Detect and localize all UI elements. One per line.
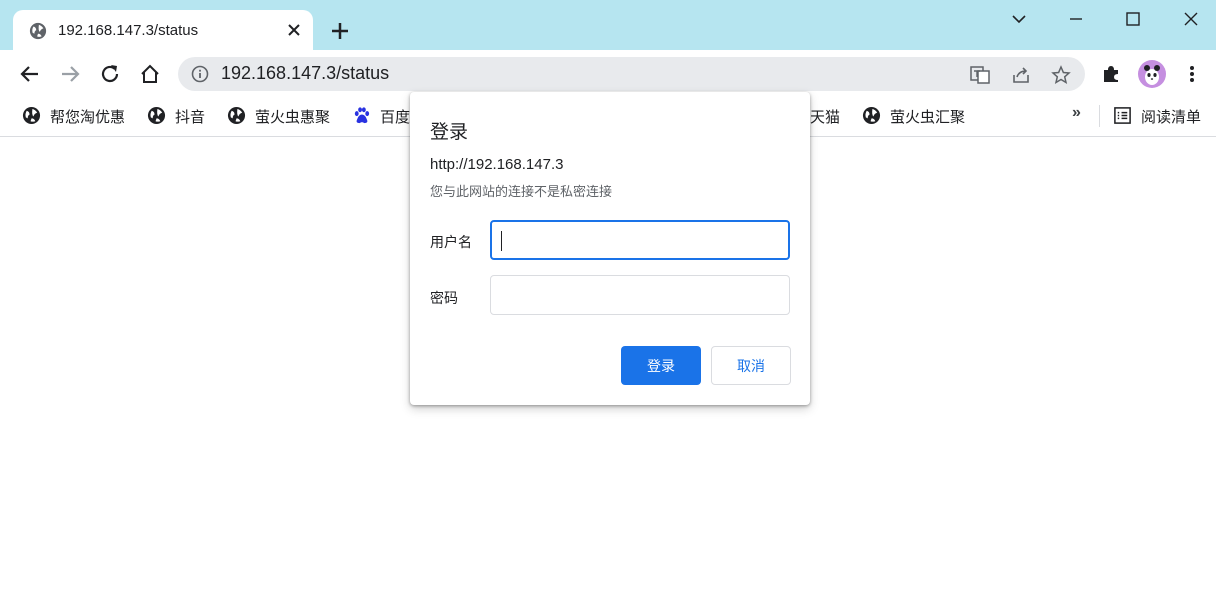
globe-icon <box>147 106 166 125</box>
address-url[interactable]: 192.168.147.3/status <box>221 63 389 84</box>
back-arrow-icon[interactable] <box>17 61 43 87</box>
chevron-down-icon[interactable] <box>1008 8 1030 30</box>
minimize-icon[interactable] <box>1065 8 1087 30</box>
sign-in-dialog: 登录 http://192.168.147.3 您与此网站的连接不是私密连接 用… <box>410 92 810 405</box>
panda-avatar-icon <box>1144 65 1160 85</box>
globe-icon <box>29 22 47 40</box>
reading-list-label: 阅读清单 <box>1141 109 1202 126</box>
tab-active[interactable]: 192.168.147.3/status <box>13 10 313 50</box>
text-caret <box>501 231 502 251</box>
password-input[interactable] <box>490 275 790 315</box>
close-icon[interactable] <box>285 21 303 39</box>
bookmark-label: 萤火虫汇聚 <box>890 109 966 126</box>
forward-arrow-icon[interactable] <box>57 61 83 87</box>
bookmark-label: 萤火虫惠聚 <box>255 109 331 126</box>
extensions-puzzle-icon[interactable] <box>1099 62 1123 86</box>
kebab-menu-icon[interactable] <box>1180 62 1204 86</box>
password-label: 密码 <box>430 290 458 306</box>
translate-icon[interactable] <box>969 64 991 86</box>
bookmark-label: 抖音 <box>175 109 206 126</box>
new-tab-icon[interactable] <box>328 19 352 43</box>
connection-warning: 您与此网站的连接不是私密连接 <box>430 184 613 199</box>
bookmark-label: 帮您淘优惠 <box>50 109 126 126</box>
dialog-origin: http://192.168.147.3 <box>430 156 564 173</box>
browser-toolbar: 192.168.147.3/status <box>0 50 1216 98</box>
maximize-icon[interactable] <box>1122 8 1144 30</box>
star-bookmark-icon[interactable] <box>1050 64 1072 86</box>
bookmark-label: 天猫 <box>810 109 841 126</box>
baidu-paw-icon <box>354 107 370 124</box>
globe-icon <box>22 106 41 125</box>
login-button[interactable]: 登录 <box>621 346 701 385</box>
info-icon[interactable] <box>191 65 209 83</box>
profile-avatar[interactable] <box>1138 60 1166 88</box>
username-label: 用户名 <box>430 234 472 250</box>
reload-icon[interactable] <box>97 61 123 87</box>
address-bar[interactable]: 192.168.147.3/status <box>178 57 1085 91</box>
username-input[interactable] <box>490 220 790 260</box>
close-window-icon[interactable] <box>1180 8 1202 30</box>
bookmark-label: 百度 <box>380 109 411 126</box>
share-icon[interactable] <box>1010 64 1032 86</box>
globe-icon <box>862 106 881 125</box>
dialog-title: 登录 <box>430 122 469 143</box>
tab-title: 192.168.147.3/status <box>58 22 199 39</box>
bookmarks-divider <box>1099 105 1100 127</box>
tab-strip: 192.168.147.3/status <box>0 0 1216 50</box>
cancel-button[interactable]: 取消 <box>711 346 791 385</box>
bookmarks-overflow-button[interactable]: » <box>1072 104 1081 122</box>
home-icon[interactable] <box>137 61 163 87</box>
globe-icon <box>227 106 246 125</box>
reading-list-icon <box>1114 107 1131 124</box>
